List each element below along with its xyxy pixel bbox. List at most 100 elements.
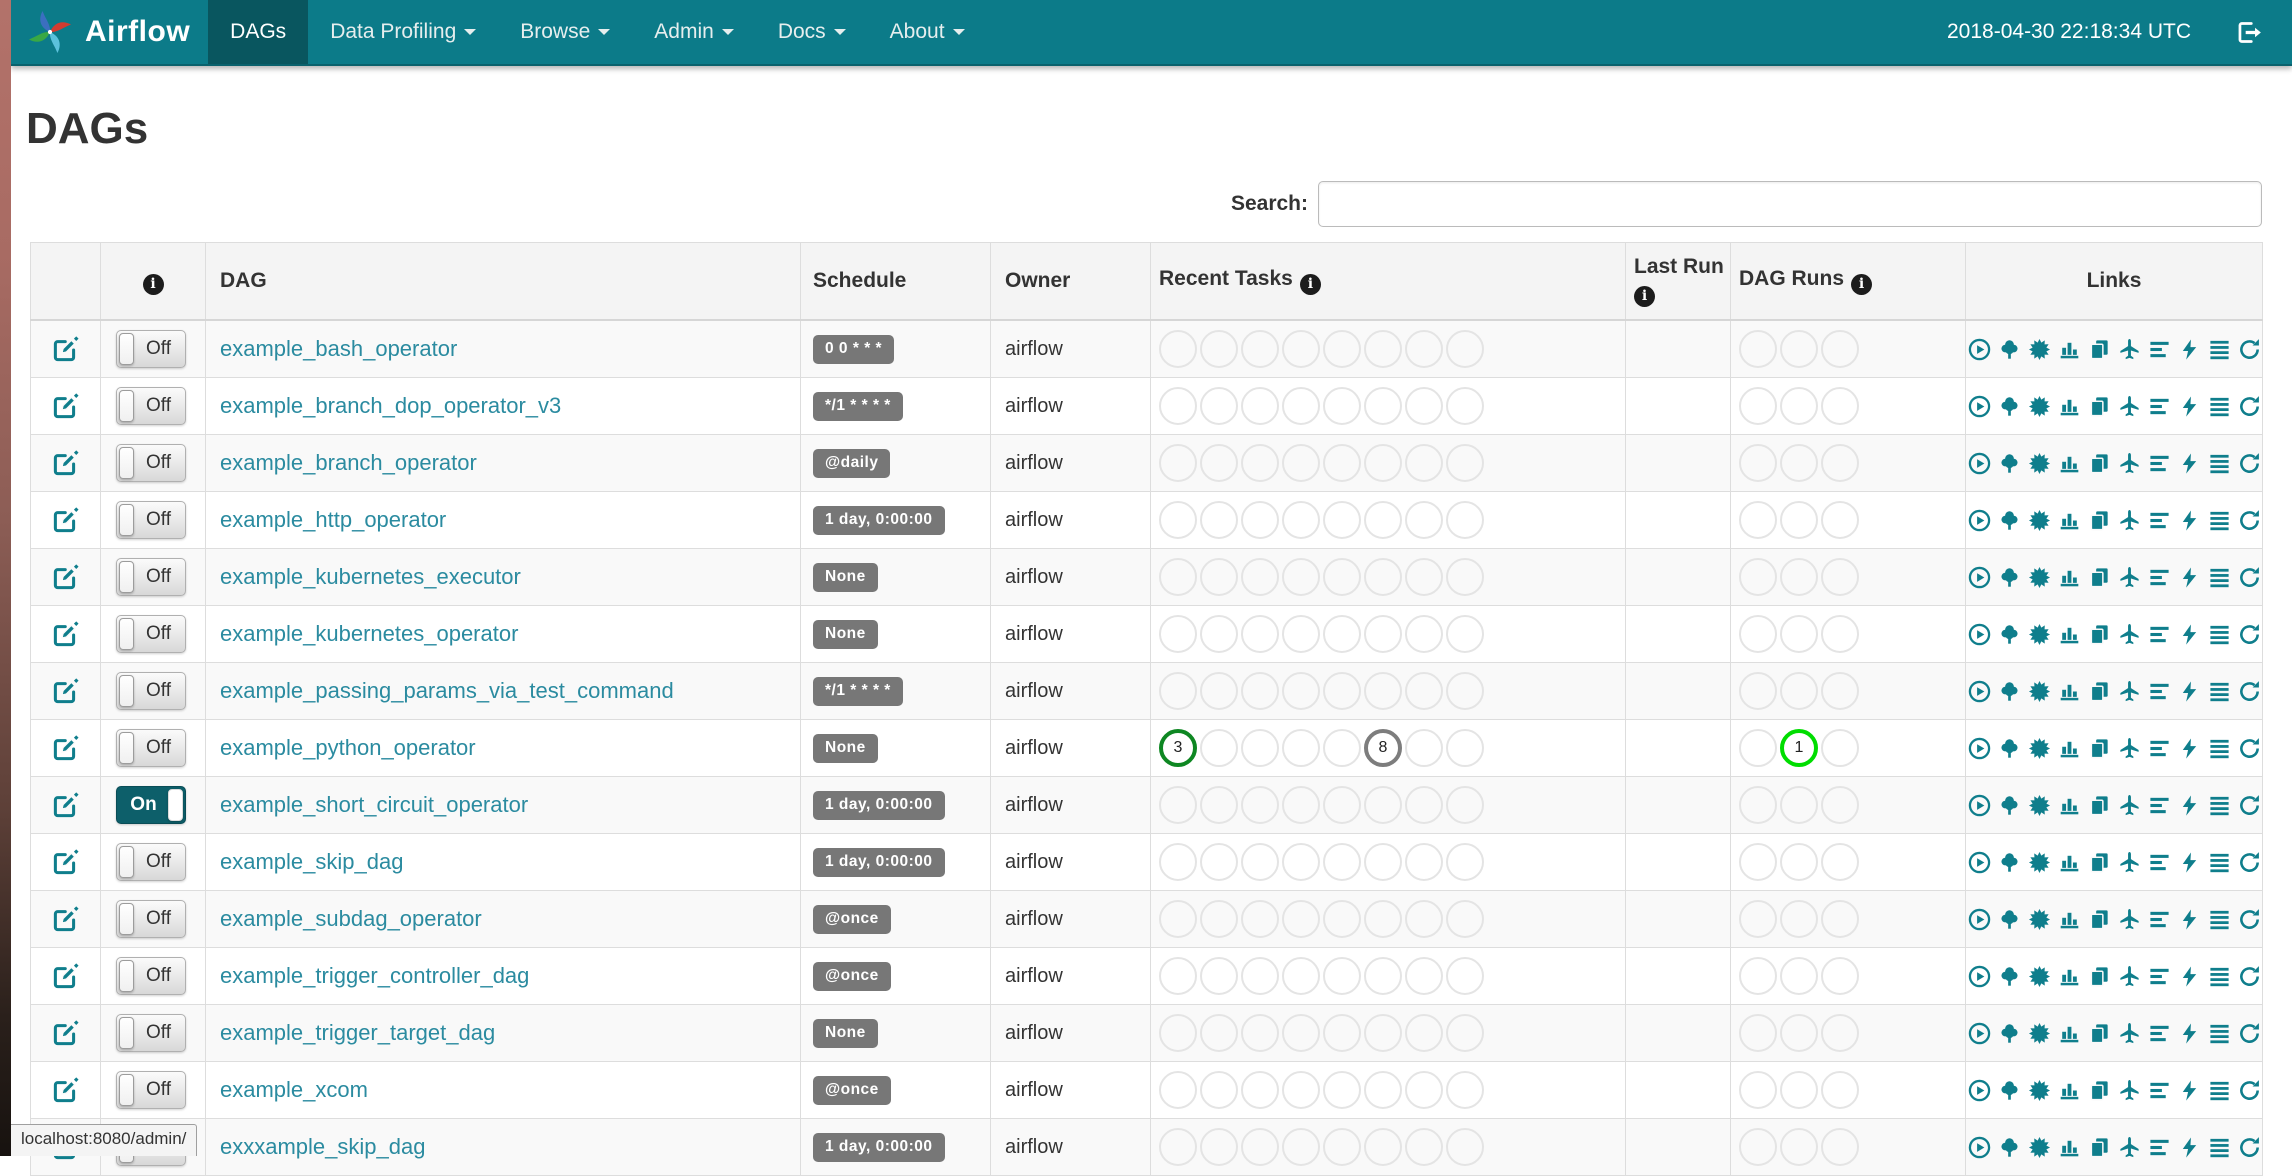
task-state-circle[interactable] [1446, 615, 1484, 653]
dag-run-circle[interactable] [1739, 843, 1777, 881]
trigger-dag-icon[interactable] [1968, 1136, 1991, 1159]
dag-pause-toggle[interactable]: Off [116, 843, 186, 881]
dag-run-circle[interactable] [1739, 387, 1777, 425]
logs-icon[interactable] [2208, 680, 2231, 703]
refresh-icon[interactable] [2238, 1136, 2261, 1159]
landing-times-icon[interactable] [2118, 1079, 2141, 1102]
landing-times-icon[interactable] [2118, 509, 2141, 532]
task-state-circle[interactable] [1446, 957, 1484, 995]
dag-run-circle[interactable] [1780, 957, 1818, 995]
trigger-dag-icon[interactable] [1968, 1079, 1991, 1102]
search-input[interactable] [1318, 181, 2262, 227]
logs-icon[interactable] [2208, 452, 2231, 475]
task-state-circle[interactable] [1405, 1128, 1443, 1166]
task-state-circle[interactable] [1200, 786, 1238, 824]
gantt-view-icon[interactable] [2148, 452, 2171, 475]
task-state-circle[interactable] [1241, 786, 1279, 824]
task-tries-icon[interactable] [2088, 1022, 2111, 1045]
graph-view-icon[interactable] [2028, 737, 2051, 760]
task-state-circle[interactable] [1241, 900, 1279, 938]
task-state-circle[interactable] [1364, 330, 1402, 368]
code-view-icon[interactable] [2178, 338, 2201, 361]
refresh-icon[interactable] [2238, 794, 2261, 817]
tree-view-icon[interactable] [1998, 395, 2021, 418]
graph-view-icon[interactable] [2028, 623, 2051, 646]
tree-view-icon[interactable] [1998, 1022, 2021, 1045]
trigger-dag-icon[interactable] [1968, 851, 1991, 874]
task-state-circle[interactable] [1323, 1128, 1361, 1166]
task-state-circle[interactable] [1241, 1071, 1279, 1109]
logs-icon[interactable] [2208, 1079, 2231, 1102]
logs-icon[interactable] [2208, 338, 2231, 361]
task-state-circle[interactable] [1446, 1071, 1484, 1109]
logs-icon[interactable] [2208, 851, 2231, 874]
task-state-circle[interactable] [1323, 387, 1361, 425]
task-tries-icon[interactable] [2088, 965, 2111, 988]
sign-out-icon[interactable] [2235, 19, 2262, 46]
landing-times-icon[interactable] [2118, 452, 2141, 475]
logs-icon[interactable] [2208, 623, 2231, 646]
task-state-circle[interactable] [1200, 387, 1238, 425]
task-state-circle[interactable] [1159, 843, 1197, 881]
task-state-circle[interactable] [1364, 501, 1402, 539]
code-view-icon[interactable] [2178, 1079, 2201, 1102]
dag-run-circle[interactable] [1780, 672, 1818, 710]
tree-view-icon[interactable] [1998, 737, 2021, 760]
task-state-circle[interactable] [1241, 615, 1279, 653]
edit-dag-button[interactable] [32, 848, 99, 876]
task-state-circle[interactable] [1323, 672, 1361, 710]
task-duration-icon[interactable] [2058, 509, 2081, 532]
dag-run-circle[interactable] [1780, 1128, 1818, 1166]
gantt-view-icon[interactable] [2148, 338, 2171, 361]
task-state-circle[interactable] [1241, 330, 1279, 368]
gantt-view-icon[interactable] [2148, 395, 2171, 418]
dag-run-circle[interactable] [1821, 843, 1859, 881]
graph-view-icon[interactable] [2028, 1079, 2051, 1102]
refresh-icon[interactable] [2238, 395, 2261, 418]
gantt-view-icon[interactable] [2148, 965, 2171, 988]
gantt-view-icon[interactable] [2148, 794, 2171, 817]
task-duration-icon[interactable] [2058, 1022, 2081, 1045]
task-state-circle[interactable] [1159, 501, 1197, 539]
graph-view-icon[interactable] [2028, 452, 2051, 475]
code-view-icon[interactable] [2178, 851, 2201, 874]
dag-pause-toggle[interactable]: Off [116, 501, 186, 539]
landing-times-icon[interactable] [2118, 395, 2141, 418]
task-state-circle[interactable] [1323, 330, 1361, 368]
graph-view-icon[interactable] [2028, 509, 2051, 532]
task-state-circle[interactable] [1200, 729, 1238, 767]
task-state-circle[interactable] [1446, 843, 1484, 881]
landing-times-icon[interactable] [2118, 623, 2141, 646]
code-view-icon[interactable] [2178, 794, 2201, 817]
task-state-circle[interactable] [1446, 444, 1484, 482]
trigger-dag-icon[interactable] [1968, 566, 1991, 589]
dag-link[interactable]: example_python_operator [220, 735, 476, 760]
code-view-icon[interactable] [2178, 395, 2201, 418]
task-duration-icon[interactable] [2058, 452, 2081, 475]
dag-run-circle[interactable] [1821, 672, 1859, 710]
logs-icon[interactable] [2208, 566, 2231, 589]
task-state-circle[interactable] [1323, 558, 1361, 596]
refresh-icon[interactable] [2238, 1022, 2261, 1045]
gantt-view-icon[interactable] [2148, 680, 2171, 703]
dag-run-circle[interactable] [1739, 672, 1777, 710]
task-state-circle[interactable] [1200, 558, 1238, 596]
code-view-icon[interactable] [2178, 509, 2201, 532]
task-state-circle[interactable] [1364, 900, 1402, 938]
task-state-circle[interactable] [1282, 786, 1320, 824]
landing-times-icon[interactable] [2118, 1136, 2141, 1159]
task-tries-icon[interactable] [2088, 794, 2111, 817]
nav-item-docs[interactable]: Docs [756, 0, 868, 64]
refresh-icon[interactable] [2238, 1079, 2261, 1102]
task-state-circle[interactable] [1364, 558, 1402, 596]
code-view-icon[interactable] [2178, 965, 2201, 988]
task-state-circle[interactable] [1446, 672, 1484, 710]
task-state-circle[interactable] [1159, 330, 1197, 368]
task-duration-icon[interactable] [2058, 623, 2081, 646]
task-state-circle[interactable] [1323, 615, 1361, 653]
task-state-circle[interactable] [1241, 672, 1279, 710]
brand[interactable]: Airflow [11, 0, 208, 64]
edit-dag-button[interactable] [32, 905, 99, 933]
trigger-dag-icon[interactable] [1968, 623, 1991, 646]
task-state-circle[interactable] [1405, 843, 1443, 881]
